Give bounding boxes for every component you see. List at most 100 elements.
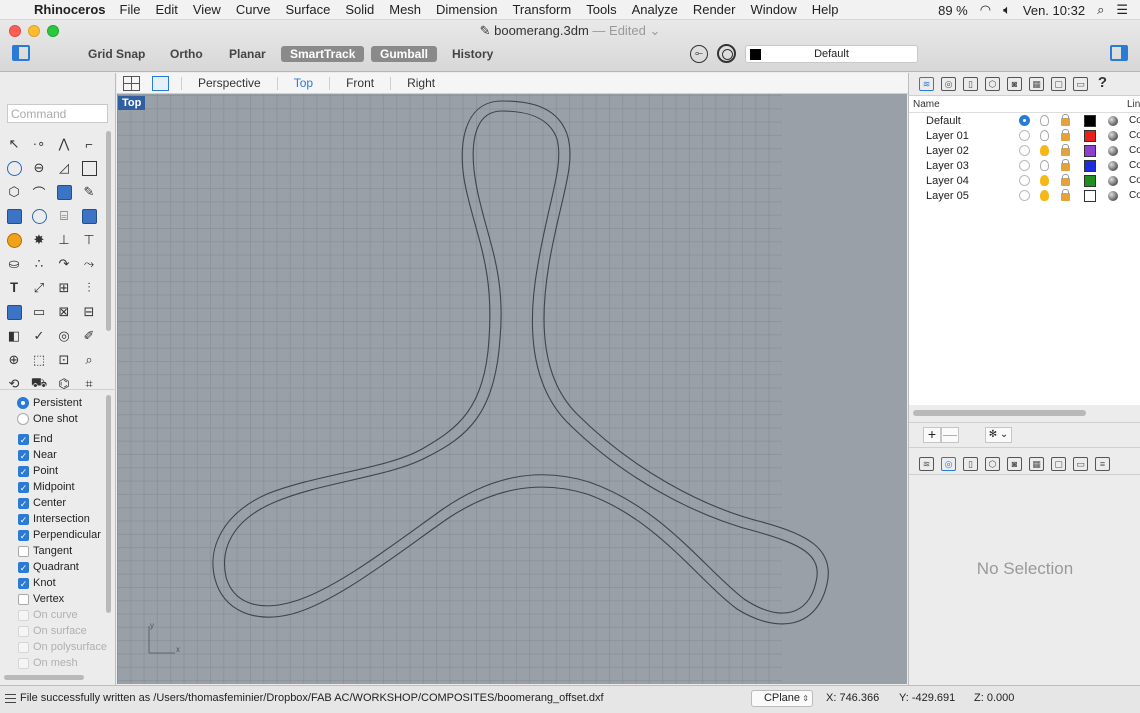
current-layer-selector[interactable]: Default: [745, 45, 918, 63]
checkbox[interactable]: [18, 545, 29, 557]
layer-color[interactable]: [1084, 189, 1096, 202]
mirror-icon[interactable]: ⤳: [77, 252, 101, 276]
zoom-window-icon[interactable]: ⬚: [27, 348, 51, 372]
monitor-tab-icon[interactable]: ▭: [1073, 457, 1088, 471]
document-tab-icon[interactable]: ▯: [963, 457, 978, 471]
tab-front[interactable]: Front: [329, 76, 390, 90]
lock-icon[interactable]: [1061, 174, 1070, 186]
surface-from-curves-icon[interactable]: [52, 180, 76, 204]
menu-edit[interactable]: Edit: [155, 2, 177, 17]
arc-icon[interactable]: ◿: [52, 156, 76, 180]
layer-row[interactable]: Layer 02 Co: [909, 143, 1140, 158]
polygon-icon[interactable]: ⬡: [2, 180, 26, 204]
unroll-icon[interactable]: ▭: [27, 300, 51, 324]
checkbox[interactable]: ✓: [18, 577, 29, 589]
osnap-intersection[interactable]: ✓ Intersection: [18, 511, 107, 527]
smarttrack-toggle[interactable]: SmartTrack: [281, 46, 365, 62]
command-input[interactable]: [7, 104, 108, 123]
material-sphere-icon[interactable]: [1108, 175, 1118, 186]
select-arrow-icon[interactable]: ↖: [2, 132, 26, 156]
menu-transform[interactable]: Transform: [512, 2, 571, 17]
osnap-tangent[interactable]: Tangent: [18, 543, 107, 559]
layer-color[interactable]: [1084, 159, 1096, 172]
clock[interactable]: Ven. 10:32: [1023, 3, 1085, 18]
command-history-icon[interactable]: [5, 694, 16, 703]
menu-help[interactable]: Help: [812, 2, 839, 17]
layer-color[interactable]: [1084, 174, 1096, 187]
battery-status[interactable]: 89 %: [938, 3, 968, 18]
current-layer-radio[interactable]: [1019, 175, 1030, 186]
tab-right[interactable]: Right: [390, 76, 451, 90]
osnap-horizontal-scrollbar[interactable]: [4, 675, 84, 680]
checkbox[interactable]: ✓: [18, 561, 29, 573]
osnap-target-icon[interactable]: ⟜: [690, 45, 708, 63]
osnap-center[interactable]: ✓ Center: [18, 495, 107, 511]
layer-row[interactable]: Default Co: [909, 113, 1140, 128]
radio-button[interactable]: [17, 413, 29, 425]
cplane-selector[interactable]: CPlane ⇕: [751, 690, 813, 707]
osnap-perpendicular[interactable]: ✓ Perpendicular: [18, 527, 107, 543]
osnap-end[interactable]: ✓ End: [18, 431, 107, 447]
column-linetype[interactable]: Lin: [1127, 99, 1140, 110]
display-tab-icon[interactable]: ◎: [941, 77, 956, 91]
check-icon[interactable]: ✓: [27, 324, 51, 348]
point-icon[interactable]: ·∘: [27, 132, 51, 156]
wifi-icon[interactable]: ◠: [980, 2, 991, 18]
split-icon[interactable]: ⊥: [52, 228, 76, 252]
lightbulb-icon[interactable]: [1040, 145, 1049, 156]
checkbox[interactable]: ✓: [18, 449, 29, 461]
curve-cv-icon[interactable]: ⌐: [77, 132, 101, 156]
layer-color[interactable]: [1084, 114, 1096, 127]
left-sidebar-toggle-icon[interactable]: [12, 45, 30, 61]
checkbox[interactable]: ✓: [18, 529, 29, 541]
filter-ring-icon[interactable]: [717, 44, 736, 63]
material-sphere-icon[interactable]: [1108, 145, 1118, 156]
layers-horizontal-scrollbar[interactable]: [913, 410, 1086, 416]
layers-tab-icon[interactable]: ≋: [919, 457, 934, 471]
material-sphere-icon[interactable]: [1108, 190, 1118, 201]
monitor-tab-icon[interactable]: ▭: [1073, 77, 1088, 91]
lock-icon[interactable]: [1061, 114, 1070, 126]
osnap-point[interactable]: ✓ Point: [18, 463, 107, 479]
display-mode-icon[interactable]: ◎: [52, 324, 76, 348]
tab-perspective[interactable]: Perspective: [181, 76, 277, 90]
lock-icon[interactable]: [1061, 144, 1070, 156]
lightbulb-icon[interactable]: [1040, 190, 1049, 201]
render-icon[interactable]: ✐: [77, 324, 101, 348]
menu-curve[interactable]: Curve: [236, 2, 271, 17]
document-tab-icon[interactable]: ▯: [963, 77, 978, 91]
polyline-icon[interactable]: ⋀: [52, 132, 76, 156]
current-layer-radio[interactable]: [1019, 145, 1030, 156]
checkbox[interactable]: ✓: [18, 433, 29, 445]
osnap-scrollbar[interactable]: [106, 395, 111, 613]
ortho-toggle[interactable]: Ortho: [170, 47, 203, 61]
boomerang-curves[interactable]: [117, 94, 907, 684]
osnap-quadrant[interactable]: ✓ Quadrant: [18, 559, 107, 575]
layer-row[interactable]: Layer 03 Co: [909, 158, 1140, 173]
group-icon[interactable]: ∴: [27, 252, 51, 276]
boolean-union-icon[interactable]: [27, 204, 51, 228]
mesh-icon[interactable]: [2, 300, 26, 324]
volume-icon[interactable]: 🔈︎: [1003, 2, 1011, 18]
lightbulb-icon[interactable]: [1040, 160, 1049, 171]
lock-icon[interactable]: [1061, 129, 1070, 141]
grid-array-icon[interactable]: ⊠: [52, 300, 76, 324]
align-icon[interactable]: ⫶: [77, 276, 101, 300]
snap-mode-one-shot[interactable]: One shot: [17, 411, 82, 427]
layer-row[interactable]: Layer 04 Co: [909, 173, 1140, 188]
trim-icon[interactable]: ⊤: [77, 228, 101, 252]
materials-tab-icon[interactable]: ▦: [1029, 77, 1044, 91]
lightbulb-icon[interactable]: [1040, 130, 1049, 141]
dimension-icon[interactable]: ⤢: [27, 276, 51, 300]
layer-color[interactable]: [1084, 129, 1096, 142]
rotate-icon[interactable]: ↷: [52, 252, 76, 276]
lightbulb-icon[interactable]: [1040, 175, 1049, 186]
menu-solid[interactable]: Solid: [345, 2, 374, 17]
fillet-curve-icon[interactable]: ⌒: [27, 180, 51, 204]
object-tab-icon[interactable]: ⬡: [985, 77, 1000, 91]
camera-tab-icon[interactable]: ◙: [1007, 457, 1022, 471]
four-viewport-layout-icon[interactable]: [123, 75, 140, 91]
snap-tool-icon[interactable]: ⌗: [77, 372, 101, 396]
current-layer-radio[interactable]: [1019, 130, 1030, 141]
materials-tab-icon[interactable]: ▦: [1029, 457, 1044, 471]
